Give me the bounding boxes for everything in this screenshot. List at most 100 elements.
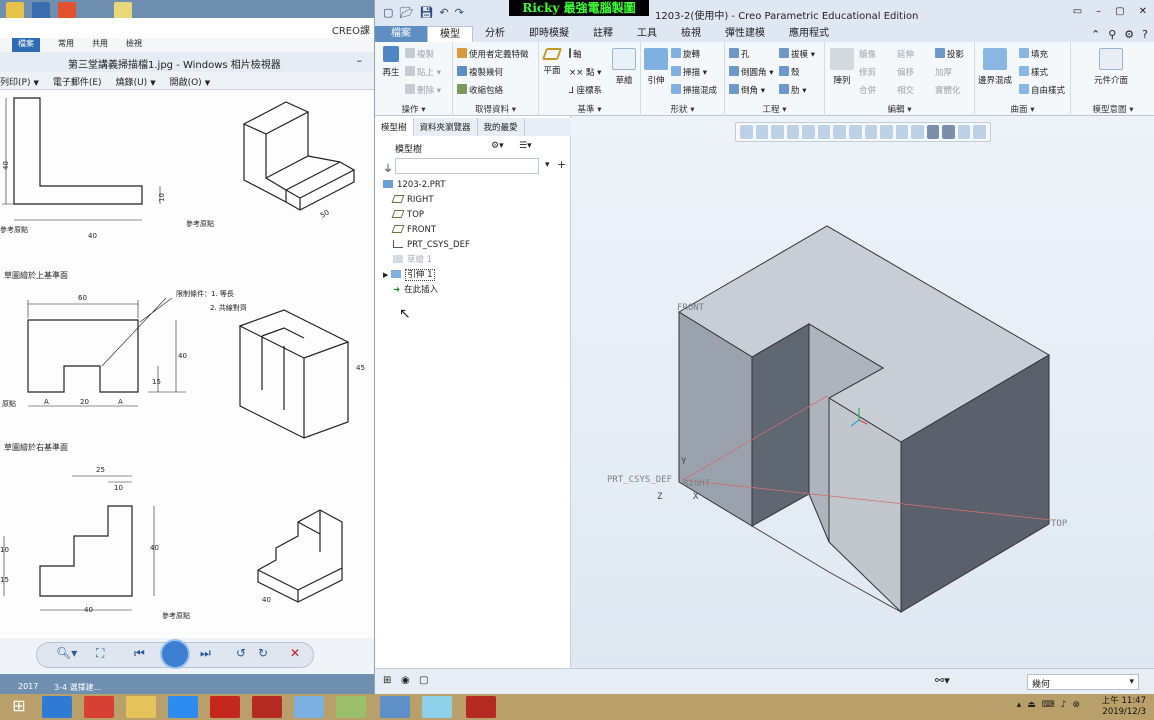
photo-viewer-task-icon[interactable] — [380, 696, 410, 718]
tab-live-simulation[interactable]: 即時模擬 — [517, 26, 581, 42]
clock[interactable]: 上午 11:47 2019/12/3 — [1102, 696, 1146, 718]
tree-item-sketch[interactable]: 草繪 1 — [383, 253, 569, 268]
solidworks-icon[interactable] — [466, 696, 496, 718]
offset-button[interactable]: 偏移 — [897, 66, 914, 78]
pattern-button[interactable]: 陣列 — [829, 48, 855, 86]
zoom-icon[interactable]: 🔍︎▾ — [56, 646, 77, 660]
fullscreen-icon[interactable]: ▢ — [419, 675, 428, 686]
shrinkwrap-button[interactable]: 收縮包絡 — [457, 84, 503, 96]
shell-button[interactable]: 殼 — [779, 66, 800, 78]
autocad-icon[interactable] — [210, 696, 240, 718]
style-button[interactable]: 樣式 — [1019, 66, 1048, 78]
tab-annotate[interactable]: 註釋 — [581, 26, 625, 42]
tab-file[interactable]: 檔案 — [12, 38, 40, 52]
copy-button[interactable]: 複製 — [405, 48, 434, 60]
restore-icon[interactable]: ▭ — [1073, 6, 1082, 17]
menu-burn[interactable]: 燒錄(U) ▼ — [116, 75, 156, 89]
rotate-right-icon[interactable]: ↻ — [258, 646, 268, 660]
settings-icon[interactable]: ⚙ — [1124, 28, 1134, 41]
freestyle-button[interactable]: 自由樣式 — [1019, 84, 1065, 96]
solidify-button[interactable]: 實體化 — [935, 84, 961, 96]
tree-settings-icon[interactable]: ⚙▾ — [491, 141, 504, 151]
tree-columns-icon[interactable]: ☰▾ — [519, 141, 532, 151]
extrude-button[interactable]: 引伸 — [643, 48, 669, 86]
delete-button[interactable]: 刪除 ▾ — [405, 84, 441, 96]
sweep-button[interactable]: 掃描 ▾ — [671, 66, 707, 78]
windows-start-icon[interactable]: ⊞ — [4, 696, 34, 718]
file-explorer-icon[interactable] — [126, 696, 156, 718]
tree-filter-input[interactable] — [395, 158, 539, 174]
creo-task-icon[interactable] — [422, 696, 452, 718]
solidworks-icon[interactable] — [252, 696, 282, 718]
zoom-app-icon[interactable] — [168, 696, 198, 718]
filter-dropdown-icon[interactable]: ▾ — [545, 160, 550, 170]
plane-button[interactable]: 平面 — [539, 48, 565, 76]
thicken-button[interactable]: 加厚 — [935, 66, 952, 78]
component-interface-button[interactable]: 元件介面 — [1081, 48, 1141, 86]
tab-applications[interactable]: 應用程式 — [777, 26, 841, 42]
previous-icon[interactable]: ⏮ — [134, 646, 145, 661]
tab-model-tree[interactable]: 模型樹 — [375, 118, 414, 136]
tab-model[interactable]: 模型 — [427, 26, 473, 42]
point-button[interactable]: ×× 點 ▾ — [569, 66, 601, 78]
tree-item-right-plane[interactable]: RIGHT — [383, 193, 569, 208]
ie-icon[interactable] — [42, 696, 72, 718]
graphics-area[interactable]: FRONT PRT_CSYS_DEF RIGHT TOP Y Z X — [571, 116, 1154, 668]
minimize-button[interactable]: – — [357, 54, 363, 67]
tab-favorites[interactable]: 我的最愛 — [478, 118, 525, 136]
csys-button[interactable]: ⅃ 座標系 — [569, 84, 602, 96]
axis-button[interactable]: 軸 — [569, 48, 582, 60]
app-icon[interactable] — [294, 696, 324, 718]
menu-email[interactable]: 電子郵件(E) — [53, 75, 102, 89]
copy-geometry-button[interactable]: 複製幾何 — [457, 66, 503, 78]
tree-item-front-plane[interactable]: FRONT — [383, 223, 569, 238]
new-icon[interactable]: ▢ — [383, 6, 393, 19]
extend-button[interactable]: 延伸 — [897, 48, 914, 60]
tab-view[interactable]: 檢視 — [669, 26, 713, 42]
trim-button[interactable]: 修剪 — [859, 66, 876, 78]
project-button[interactable]: 投影 — [935, 48, 964, 60]
rib-button[interactable]: 肋 ▾ — [779, 84, 806, 96]
binoculars-icon[interactable]: ⚯▾ — [935, 674, 950, 687]
next-icon[interactable]: ⏭ — [200, 646, 211, 661]
add-icon[interactable]: + — [557, 158, 566, 171]
menu-print[interactable]: 列印(P) ▼ — [0, 75, 39, 89]
delete-icon[interactable]: ✕ — [290, 646, 300, 660]
udf-button[interactable]: 使用者定義特徵 — [457, 48, 529, 60]
maximize-icon[interactable]: ▢ — [1115, 6, 1124, 17]
system-tray-icons[interactable]: ▴⏏⌨♪⊗ — [1017, 700, 1086, 710]
open-icon[interactable]: 📂︎ — [399, 6, 413, 19]
tab-view[interactable]: 檢視 — [126, 38, 142, 52]
revolve-button[interactable]: 旋轉 — [671, 48, 700, 60]
fill-button[interactable]: 填充 — [1019, 48, 1048, 60]
help-icon[interactable]: ? — [1142, 28, 1148, 41]
save-icon[interactable]: 💾︎ — [419, 6, 433, 19]
filter-icon[interactable]: ⏚ — [383, 160, 393, 175]
minimize-icon[interactable]: – — [1096, 6, 1101, 17]
round-button[interactable]: 倒圓角 ▾ — [729, 66, 773, 78]
search-icon[interactable]: ⚲ — [1108, 28, 1116, 41]
redo-icon[interactable]: ↷ — [455, 6, 464, 19]
tree-item-csys[interactable]: PRT_CSYS_DEF — [383, 238, 569, 253]
selection-filter-select[interactable]: 幾何 ▾ — [1027, 674, 1139, 690]
menu-open[interactable]: 開啟(O) ▼ — [170, 75, 211, 89]
slideshow-button[interactable] — [160, 639, 190, 669]
panel-toggle-icon[interactable]: ⊞ — [383, 675, 391, 686]
expand-icon[interactable]: ▶ — [383, 271, 388, 279]
chrome-icon[interactable] — [84, 696, 114, 718]
tree-item-part[interactable]: 1203-2.PRT — [383, 178, 569, 193]
tree-item-insert-here[interactable]: ➜ 在此插入 — [383, 283, 569, 298]
intersect-button[interactable]: 相交 — [897, 84, 914, 96]
chamfer-button[interactable]: 倒角 ▾ — [729, 84, 765, 96]
browser-toggle-icon[interactable]: ◉ — [401, 675, 410, 686]
collapse-ribbon-icon[interactable]: ⌃ — [1091, 28, 1100, 41]
fit-window-icon[interactable]: ⛶ — [96, 646, 104, 661]
close-icon[interactable]: ✕ — [1139, 6, 1147, 17]
tab-tools[interactable]: 工具 — [625, 26, 669, 42]
paste-button[interactable]: 貼上 ▾ — [405, 66, 441, 78]
boundary-blend-button[interactable]: 邊界混成 — [977, 48, 1013, 86]
mirror-button[interactable]: 鏡像 — [859, 48, 876, 60]
regenerate-button[interactable]: 再生 — [377, 46, 405, 78]
draft-button[interactable]: 拔模 ▾ — [779, 48, 815, 60]
app-icon[interactable] — [336, 696, 366, 718]
